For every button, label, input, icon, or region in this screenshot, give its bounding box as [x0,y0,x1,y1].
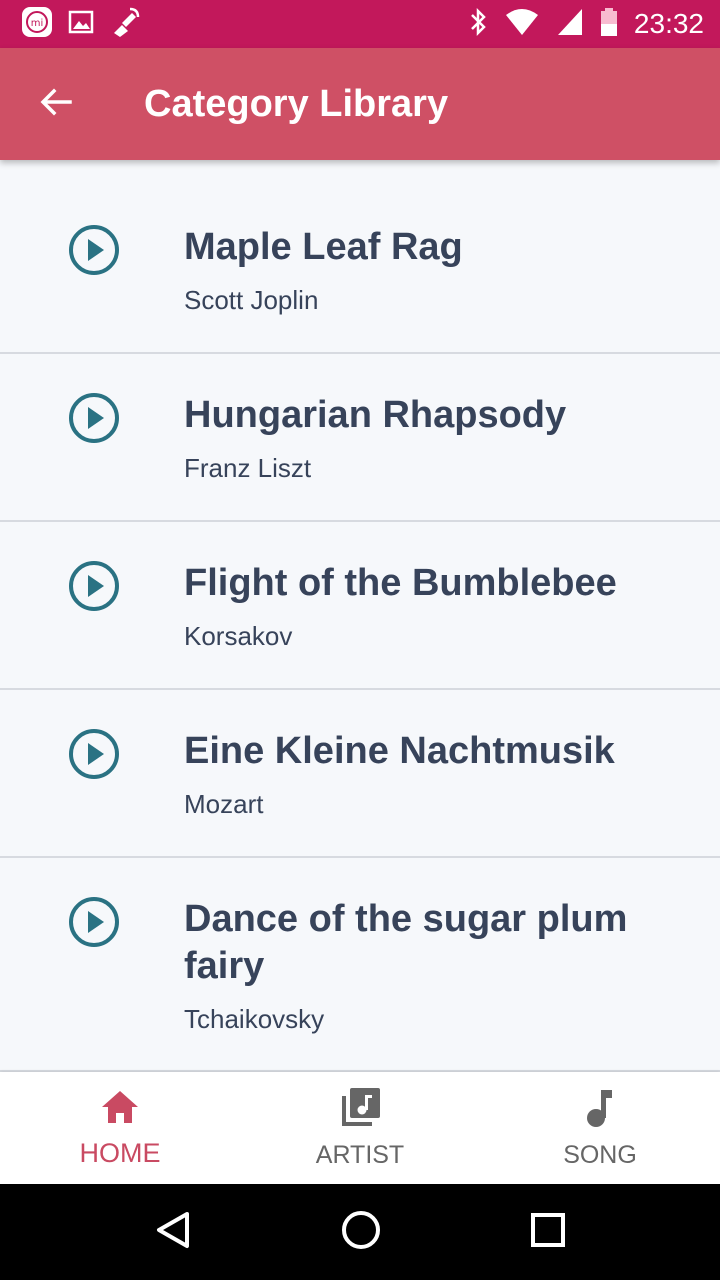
nav-label: HOME [79,1138,161,1168]
song-artist: Korsakov [184,621,293,651]
app-bar: Category Library [0,48,720,160]
play-circle-icon[interactable] [68,728,120,856]
nav-home[interactable]: HOME [0,1072,240,1184]
wifi-icon [504,7,540,42]
nav-label: SONG [563,1141,637,1169]
play-circle-icon[interactable] [68,392,120,520]
nav-artist[interactable]: ARTIST [240,1072,480,1184]
song-title: Dance of the sugar plum fairy [184,898,628,987]
bottom-nav: HOME ARTIST SONG [0,1072,720,1184]
svg-text:mi: mi [31,18,44,29]
status-bar: mi 23:32 [0,0,720,48]
battery-icon [600,7,618,42]
song-title: Hungarian Rhapsody [184,394,567,436]
song-artist: Mozart [184,789,264,819]
song-title: Flight of the Bumblebee [184,562,617,604]
bluetooth-icon [468,7,488,42]
page-title: Category Library [144,82,449,125]
home-circle-icon[interactable] [340,1209,382,1256]
arrow-back-icon [38,84,74,125]
play-circle-icon[interactable] [68,560,120,688]
nav-label: ARTIST [315,1141,405,1169]
music-note-icon [582,1086,618,1135]
status-time: 23:32 [633,8,704,39]
signal-icon [556,7,584,42]
song-item[interactable]: Flight of the Bumblebee Korsakov [0,522,720,690]
music-library-icon [338,1086,382,1135]
back-triangle-icon[interactable] [153,1208,193,1257]
image-icon [68,9,94,40]
song-title: Eine Kleine Nachtmusik [184,730,615,772]
play-circle-icon[interactable] [68,224,120,352]
song-item[interactable]: Eine Kleine Nachtmusik Mozart [0,690,720,858]
system-nav-bar [0,1184,720,1280]
song-artist: Tchaikovsky [184,1004,325,1034]
song-item[interactable]: Dance of the sugar plum fairy Tchaikovsk… [0,858,720,1072]
recents-square-icon[interactable] [529,1211,567,1254]
play-circle-icon[interactable] [68,896,120,1070]
nav-song[interactable]: SONG [480,1072,720,1184]
home-icon [98,1087,142,1132]
song-list: Maple Leaf Rag Scott Joplin Hungarian Rh… [0,186,720,1072]
song-artist: Franz Liszt [184,453,312,483]
mi-icon: mi [20,5,54,44]
song-artist: Scott Joplin [184,285,319,315]
satellite-icon [108,5,142,44]
song-title: Maple Leaf Rag [184,226,463,268]
song-item[interactable]: Hungarian Rhapsody Franz Liszt [0,354,720,522]
song-item[interactable]: Maple Leaf Rag Scott Joplin [0,186,720,354]
back-button[interactable] [0,48,112,160]
